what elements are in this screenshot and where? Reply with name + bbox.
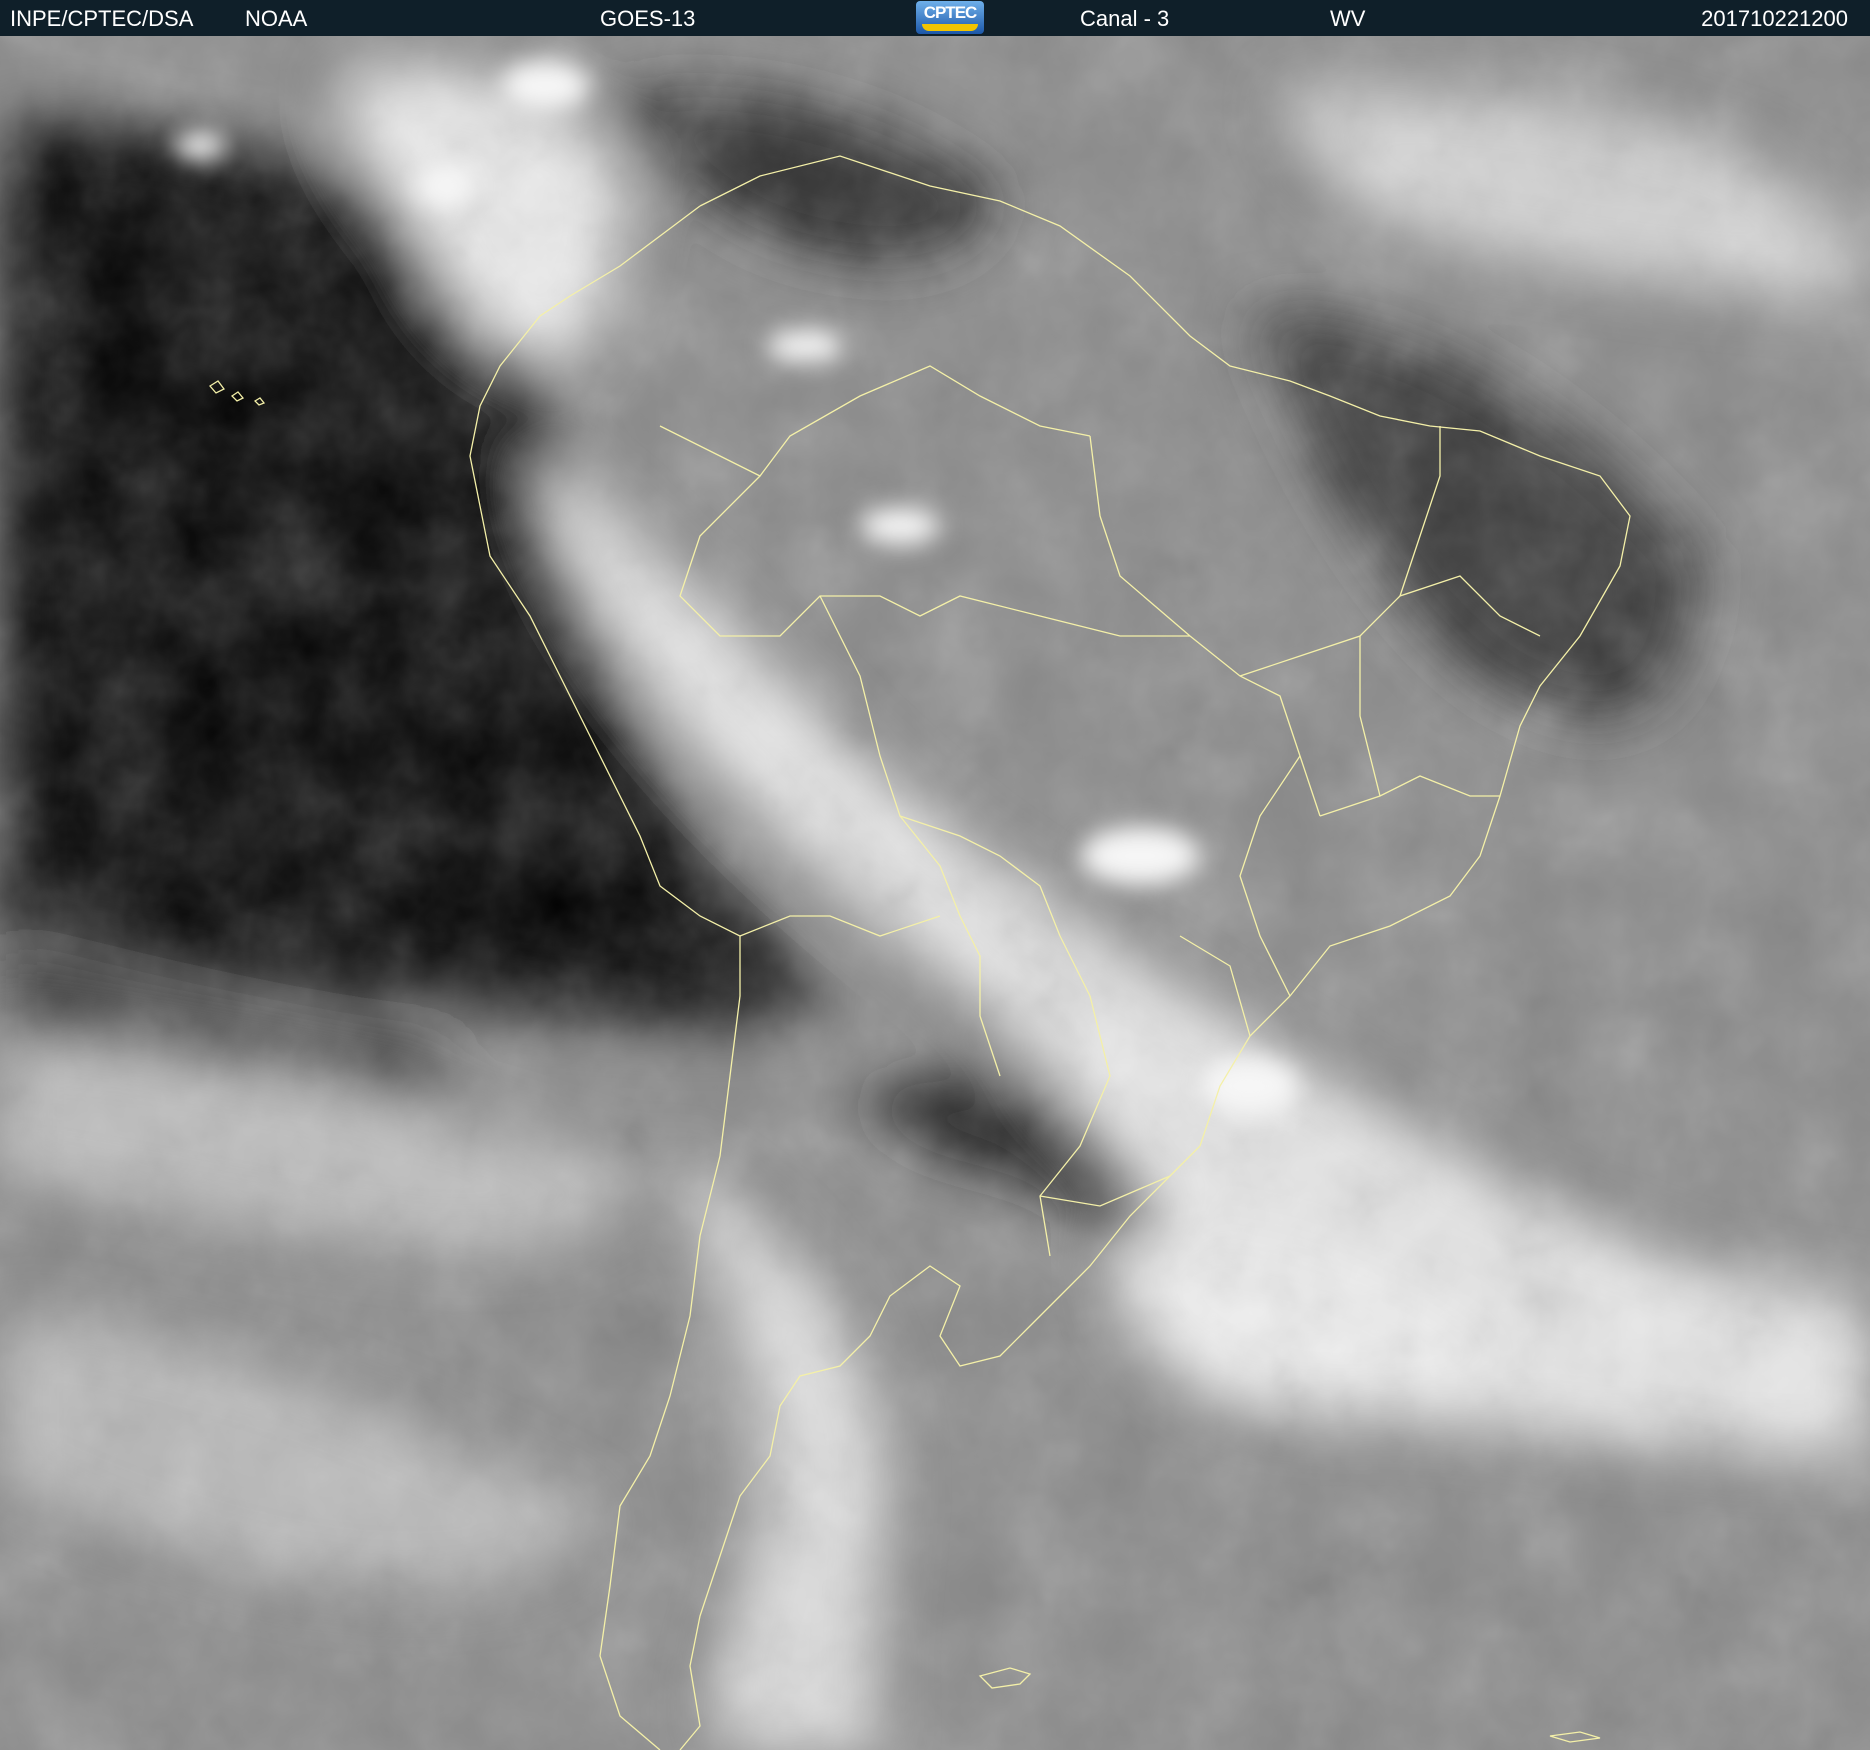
agency-label: NOAA	[245, 6, 308, 31]
water-vapor-satellite-map	[0, 36, 1870, 1750]
cloud-texture	[0, 36, 1870, 1750]
timestamp-label: 201710221200	[1701, 6, 1848, 31]
image-header-bar: INPE/CPTEC/DSA NOAA GOES-13 CPTEC Canal …	[0, 0, 1870, 36]
channel-label: Canal - 3	[1080, 6, 1170, 31]
satellite-label: GOES-13	[600, 6, 696, 31]
band-label: WV	[1330, 6, 1366, 31]
cptec-logo-icon: CPTEC	[916, 1, 984, 34]
logo-text: CPTEC	[923, 3, 978, 22]
institution-label: INPE/CPTEC/DSA	[10, 6, 194, 31]
